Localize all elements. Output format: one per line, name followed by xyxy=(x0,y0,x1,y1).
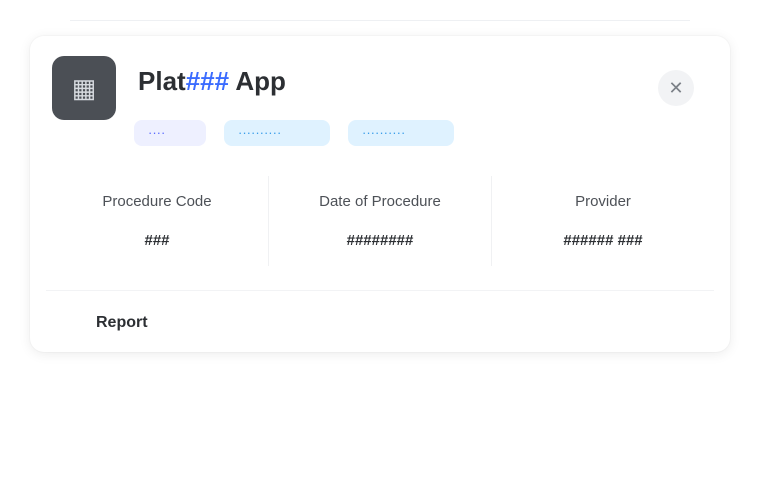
info-label: Date of Procedure xyxy=(319,193,441,210)
record-title: Plat### App xyxy=(138,66,286,97)
app-icon: ▦ xyxy=(52,56,116,120)
record-card: ▦ Plat### App ···· ·········· ··········… xyxy=(30,36,730,352)
info-label: Provider xyxy=(575,193,631,210)
info-cell-procedure-code: Procedure Code ### xyxy=(46,176,268,266)
close-button[interactable]: ✕ xyxy=(658,70,694,106)
info-label: Procedure Code xyxy=(102,193,212,210)
info-value: ######## xyxy=(346,232,414,249)
info-value: ###### ### xyxy=(563,232,643,249)
badge: ···· xyxy=(134,120,206,146)
title-part-2: App xyxy=(229,66,286,96)
title-accent: ### xyxy=(185,66,230,96)
report-link[interactable]: Report xyxy=(96,314,148,332)
info-row: Procedure Code ### Date of Procedure ###… xyxy=(46,176,714,266)
info-value: ### xyxy=(144,232,170,249)
info-cell-date-of-procedure: Date of Procedure ######## xyxy=(268,176,491,266)
title-part-1: Plat xyxy=(138,66,186,96)
badge: ·········· xyxy=(224,120,330,146)
badge: ·········· xyxy=(348,120,454,146)
info-cell-provider: Provider ###### ### xyxy=(491,176,714,266)
grid-icon: ▦ xyxy=(71,73,97,103)
close-icon: ✕ xyxy=(668,77,684,98)
section-divider xyxy=(46,290,714,291)
top-divider xyxy=(70,20,690,21)
badge-list: ···· ·········· ·········· xyxy=(134,120,454,146)
